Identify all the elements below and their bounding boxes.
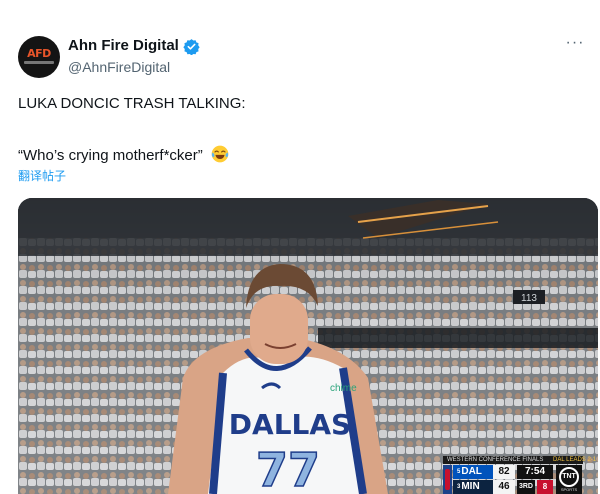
verified-badge-icon[interactable] <box>183 38 200 55</box>
avatar-logo: AFD <box>27 47 51 60</box>
team2-seed: 3 <box>457 484 461 490</box>
scoreboard-overlay: WESTERN CONFERENCE FINALS DAL LEADS 2-1 … <box>443 456 596 494</box>
series-title: WESTERN CONFERENCE FINALS <box>447 457 544 463</box>
author-names: Ahn Fire Digital @AhnFireDigital <box>68 36 200 77</box>
game-quarter: 3RD <box>517 480 535 494</box>
tweet-text-line2: “Who’s crying motherf*cker” <box>18 144 578 166</box>
author-display-name-text[interactable]: Ahn Fire Digital <box>68 36 179 56</box>
tears-of-joy-emoji-icon <box>211 145 229 163</box>
jersey-number-text: 77 <box>256 443 320 494</box>
series-status: DAL LEADS 2-1 <box>553 457 597 463</box>
tnt-sports-logo-icon: TNT SPORTS <box>556 465 582 494</box>
team1-abbr: DAL <box>461 466 482 477</box>
team2-score: 46 <box>493 480 515 494</box>
more-options-icon[interactable]: ··· <box>564 35 586 54</box>
team2-abbr: MIN <box>461 481 480 492</box>
video-still-frame: 113 chime DALLAS 77 <box>18 198 598 494</box>
tweet-header: AFD Ahn Fire Digital @AhnFireDigital ··· <box>18 34 588 82</box>
tweet-quote-text: “Who’s crying motherf*cker” <box>18 147 203 164</box>
arena-sign-113: 113 <box>521 293 537 304</box>
translate-post-link[interactable]: 翻译帖子 <box>18 168 66 184</box>
tnt-logo-text: TNT <box>559 467 579 487</box>
tweet-text-line1: LUKA DONCIC TRASH TALKING: <box>18 95 246 112</box>
team2-label: 3MIN <box>453 480 493 494</box>
game-clock: 7:54 <box>517 465 553 479</box>
scoreboard-series: WESTERN CONFERENCE FINALS DAL LEADS 2-1 <box>443 456 596 464</box>
timeouts-count: 8 <box>537 480 553 494</box>
author-display-name[interactable]: Ahn Fire Digital <box>68 36 200 56</box>
avatar-logo-underline <box>24 61 54 64</box>
author-handle[interactable]: @AhnFireDigital <box>68 57 200 77</box>
jersey-team-text: DALLAS <box>229 408 351 441</box>
team1-score: 82 <box>493 465 515 479</box>
jersey-sponsor-text: chime <box>330 383 357 394</box>
avatar[interactable]: AFD <box>18 36 60 78</box>
tnt-logo-subtext: SPORTS <box>560 487 578 492</box>
team1-seed: 5 <box>457 469 461 475</box>
tweet-media-video[interactable]: 113 chime DALLAS 77 WESTERN CONFERENCE F… <box>18 198 598 494</box>
team1-label: 5DAL <box>453 465 493 479</box>
